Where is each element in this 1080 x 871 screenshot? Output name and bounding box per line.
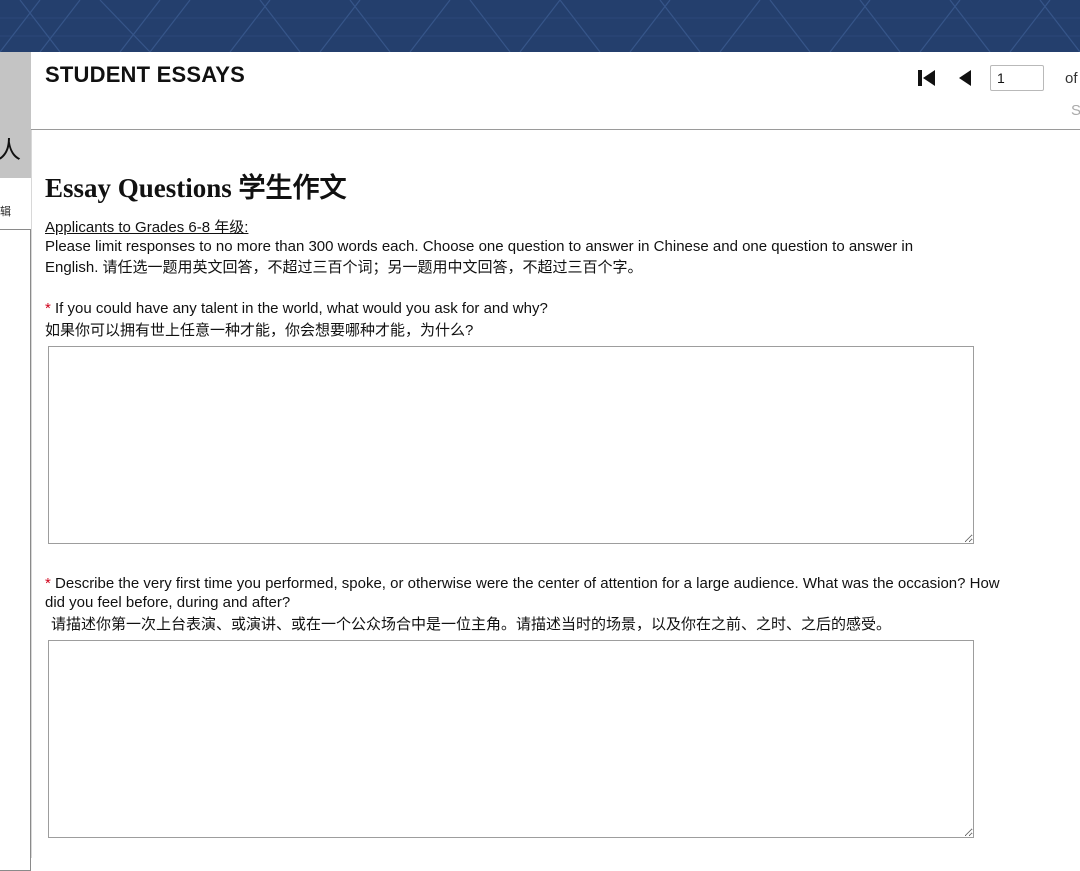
- page-number-input[interactable]: [990, 65, 1044, 91]
- instructions-text: Please limit responses to no more than 3…: [45, 238, 914, 276]
- question-1-chinese: 如果你可以拥有世上任意一种才能，你会想要哪种才能，为什么?: [45, 322, 474, 339]
- banner-pattern: [0, 0, 1080, 52]
- sidebar-panel: [0, 229, 31, 871]
- question-1: * If you could have any talent in the wo…: [45, 299, 1005, 340]
- essay-1-textarea[interactable]: [48, 346, 974, 544]
- page-of-label: of: [1065, 70, 1078, 87]
- page-sub-label: S: [1071, 102, 1080, 119]
- section-title: Essay Questions 学生作文: [45, 173, 347, 203]
- question-2-english: Describe the very first time you perform…: [45, 575, 1000, 611]
- question-2: * Describe the very first time you perfo…: [45, 574, 1005, 634]
- question-2-chinese: 请描述你第一次上台表演、或演讲、或在一个公众场合中是一位主角。请描述当时的场景，…: [51, 616, 892, 633]
- sidebar-glyph: 人: [0, 136, 21, 164]
- question-1-english: If you could have any talent in the worl…: [55, 300, 548, 317]
- first-page-icon[interactable]: [917, 68, 937, 88]
- applicants-label: Applicants to Grades 6-8 年级:: [45, 219, 249, 236]
- required-marker: *: [45, 575, 51, 592]
- previous-page-icon[interactable]: [957, 68, 973, 88]
- essay-2-textarea[interactable]: [48, 640, 974, 838]
- page-header: STUDENT ESSAYS of S: [31, 52, 1080, 130]
- page-title: STUDENT ESSAYS: [45, 62, 246, 87]
- left-divider: [31, 129, 32, 858]
- required-marker: *: [45, 300, 51, 317]
- top-banner: [0, 0, 1080, 52]
- sidebar-mini-label[interactable]: 辑: [0, 203, 11, 219]
